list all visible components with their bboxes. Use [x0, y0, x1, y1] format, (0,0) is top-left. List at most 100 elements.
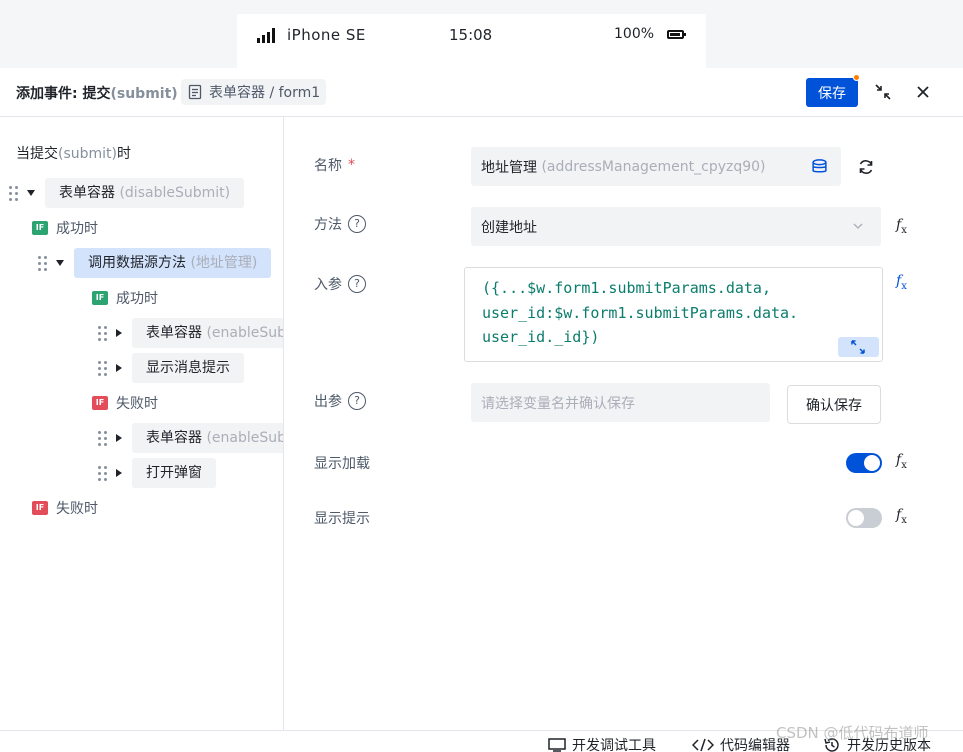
expand-editor-button[interactable]: [838, 337, 879, 357]
code-line: user_id._id}): [482, 328, 600, 346]
caret-right-icon[interactable]: [116, 469, 122, 477]
params-code[interactable]: ({...$w.form1.submitParams.data, user_id:…: [482, 276, 872, 350]
status-time: 15:08: [449, 26, 493, 44]
trigger-prefix: 当提交: [16, 146, 58, 162]
drag-handle-icon[interactable]: [98, 360, 108, 376]
action-box[interactable]: 表单容器 (disableSubmit): [45, 178, 245, 208]
drag-handle-icon[interactable]: [98, 465, 108, 481]
trigger-event: (submit): [58, 146, 117, 162]
tree-node-form-enable[interactable]: 表单容器 (enableSubmit): [98, 423, 284, 453]
code-line: user_id:$w.form1.submitParams.data.: [482, 303, 799, 322]
caret-right-icon[interactable]: [116, 434, 122, 442]
required-mark: *: [348, 157, 355, 173]
action-box[interactable]: 表单容器 (enableSubmit): [132, 423, 284, 453]
phone-status-bar: iPhone SE 15:08 100%: [237, 14, 706, 68]
if-success-tag: IF: [32, 221, 48, 235]
datasource-field[interactable]: 地址管理 (addressManagement_cpyzq90): [471, 147, 841, 186]
refresh-icon[interactable]: [856, 157, 876, 177]
tree-branch-success: IF 成功时: [92, 283, 158, 313]
drag-handle-icon[interactable]: [98, 325, 108, 341]
params-code-editor[interactable]: ({...$w.form1.submitParams.data, user_id:…: [464, 267, 883, 362]
chevron-down-icon: [853, 223, 863, 229]
show-tip-label: 显示提示: [314, 508, 370, 528]
action-label: 表单容器: [146, 430, 202, 446]
if-fail-tag: IF: [32, 501, 48, 515]
show-loading-toggle[interactable]: [846, 453, 882, 473]
database-icon[interactable]: [811, 158, 828, 175]
help-icon[interactable]: ?: [348, 275, 366, 293]
confirm-save-button[interactable]: 确认保存: [787, 385, 881, 424]
signal-icon: [257, 28, 277, 43]
breadcrumb-text: 表单容器 / form1: [209, 85, 321, 101]
title-text: 添加事件: 提交: [16, 86, 111, 102]
action-label: 表单容器: [146, 325, 202, 341]
drag-handle-icon[interactable]: [38, 255, 48, 271]
collapse-icon[interactable]: [873, 82, 893, 102]
caret-right-icon[interactable]: [116, 329, 122, 337]
unsaved-dot: [853, 74, 860, 81]
caret-down-icon[interactable]: [27, 190, 35, 196]
action-sub: (enableSubmit): [206, 325, 284, 341]
action-box[interactable]: 显示消息提示: [132, 353, 244, 383]
breadcrumb[interactable]: 表单容器 / form1: [181, 79, 327, 105]
method-value: 创建地址: [481, 219, 537, 236]
action-label: 显示消息提示: [146, 360, 230, 376]
caret-down-icon[interactable]: [56, 260, 64, 266]
dialog-title: 添加事件: 提交(submit): [16, 83, 178, 103]
expand-icon: [851, 340, 865, 354]
method-select[interactable]: 创建地址: [471, 207, 881, 246]
drag-handle-icon[interactable]: [98, 430, 108, 446]
action-box[interactable]: 表单容器 (enableSubmit): [132, 318, 284, 348]
branch-label: 成功时: [56, 221, 98, 237]
tree-branch-fail: IF 失败时: [32, 493, 98, 523]
title-event: (submit): [110, 86, 178, 102]
action-label: 表单容器: [59, 185, 115, 201]
drag-handle-icon[interactable]: [9, 185, 19, 201]
if-success-tag: IF: [92, 291, 108, 305]
battery-level: 100%: [614, 26, 655, 42]
save-button[interactable]: 保存: [806, 78, 858, 107]
tree-branch-success: IF 成功时: [32, 213, 98, 243]
tree-node-call-datasource[interactable]: 调用数据源方法 (地址管理): [38, 248, 272, 278]
params-label: 入参?: [314, 274, 366, 294]
device-name: iPhone SE: [287, 26, 366, 44]
help-icon[interactable]: ?: [348, 215, 366, 233]
action-sub: (地址管理): [190, 255, 258, 271]
fx-toggle-params[interactable]: fx: [896, 273, 907, 292]
fx-toggle-loading[interactable]: fx: [896, 452, 907, 471]
tree-node-show-toast[interactable]: 显示消息提示: [98, 353, 244, 383]
form-doc-icon: [188, 84, 202, 100]
action-config-form: 名称 * 地址管理 (addressManagement_cpyzq90) 方法?…: [285, 117, 963, 730]
close-icon[interactable]: [913, 82, 933, 102]
caret-right-icon[interactable]: [116, 364, 122, 372]
show-tip-text: 显示提示: [314, 511, 370, 527]
action-box[interactable]: 打开弹窗: [132, 458, 216, 488]
output-label-text: 出参: [314, 394, 342, 410]
branch-label: 失败时: [116, 396, 158, 412]
debug-tools-button[interactable]: 开发调试工具: [548, 735, 656, 752]
tree-node-open-modal[interactable]: 打开弹窗: [98, 458, 216, 488]
show-tip-toggle[interactable]: [846, 508, 882, 528]
action-sub: (enableSubmit): [206, 430, 284, 446]
tree-node-form-disable[interactable]: 表单容器 (disableSubmit): [9, 178, 245, 208]
event-action-tree: 当提交(submit)时 表单容器 (disableSubmit) IF 成功时…: [0, 117, 284, 730]
action-box-selected[interactable]: 调用数据源方法 (地址管理): [74, 248, 272, 278]
show-loading-label: 显示加载: [314, 453, 370, 473]
dialog-header: 添加事件: 提交(submit) 表单容器 / form1 保存: [0, 68, 963, 117]
toggle-knob: [848, 510, 864, 526]
help-icon[interactable]: ?: [348, 392, 366, 410]
action-sub: (disableSubmit): [119, 185, 231, 201]
datasource-name: 地址管理: [481, 159, 537, 176]
show-loading-text: 显示加载: [314, 456, 370, 472]
monitor-icon: [548, 738, 566, 752]
tree-node-form-enable[interactable]: 表单容器 (enableSubmit): [98, 318, 284, 348]
action-label: 调用数据源方法: [88, 255, 186, 271]
method-label-text: 方法: [314, 217, 342, 233]
fx-toggle-tip[interactable]: fx: [896, 507, 907, 526]
toggle-knob: [864, 455, 880, 471]
output-variable-input[interactable]: 请选择变量名并确认保存: [471, 383, 770, 422]
add-event-dialog: 添加事件: 提交(submit) 表单容器 / form1 保存 当提交(sub…: [0, 68, 963, 730]
fx-toggle-method[interactable]: fx: [896, 217, 907, 236]
output-placeholder: 请选择变量名并确认保存: [481, 395, 635, 412]
code-line: ({...$w.form1.submitParams.data,: [482, 279, 771, 297]
